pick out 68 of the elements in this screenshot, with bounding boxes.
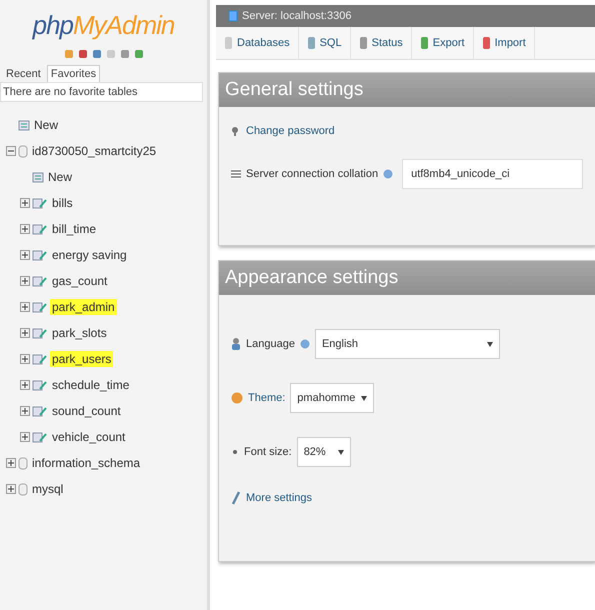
menu-tab[interactable]: Import	[474, 27, 535, 59]
table-icon	[32, 249, 48, 261]
database-item[interactable]: id8730050_smartcity25	[30, 143, 158, 159]
table-item[interactable]: park_admin	[50, 299, 117, 315]
panel-title: General settings	[219, 73, 595, 107]
table-item[interactable]: bill_time	[50, 221, 98, 237]
theme-select[interactable]: pmahomme	[290, 383, 374, 413]
field-label: Server connection collation	[246, 168, 378, 180]
expand-toggle-icon[interactable]	[20, 250, 30, 260]
menu-tab[interactable]: Status	[350, 27, 412, 59]
caret-icon	[338, 450, 344, 454]
expand-toggle-icon[interactable]	[6, 458, 16, 468]
expand-toggle-icon[interactable]	[20, 354, 30, 364]
panel-title: Appearance settings	[219, 261, 595, 295]
sidebar-tab[interactable]: Recent	[2, 65, 45, 82]
table-item[interactable]: sound_count	[50, 403, 123, 419]
expand-toggle-icon[interactable]	[20, 224, 30, 234]
table-item[interactable]: vehicle_count	[50, 429, 128, 445]
caret-icon	[361, 396, 368, 400]
expand-toggle-icon[interactable]	[6, 484, 16, 494]
breadcrumb-text[interactable]: Server: localhost:3306	[242, 10, 352, 22]
new-item-icon	[18, 119, 30, 131]
field-label[interactable]: Theme:	[248, 392, 286, 404]
new-item-icon	[32, 171, 44, 183]
more-settings-link[interactable]: More settings	[246, 492, 312, 504]
table-item[interactable]: gas_count	[50, 273, 110, 289]
expand-toggle-icon[interactable]	[20, 432, 30, 442]
expand-toggle-icon[interactable]	[20, 276, 30, 286]
table-icon	[32, 327, 48, 339]
expand-toggle-icon[interactable]	[20, 198, 30, 208]
table-icon	[32, 275, 48, 287]
database-item[interactable]: mysql	[30, 481, 66, 497]
table-item[interactable]: park_slots	[50, 325, 109, 341]
table-item[interactable]: bills	[50, 195, 75, 211]
font-size-select[interactable]: 82%	[296, 437, 351, 467]
expand-toggle-icon[interactable]	[20, 406, 30, 416]
expand-toggle-icon[interactable]	[6, 146, 16, 156]
caret-icon	[486, 342, 493, 346]
table-item[interactable]: schedule_time	[50, 377, 132, 393]
expand-toggle-icon[interactable]	[20, 380, 30, 390]
table-icon	[32, 223, 48, 235]
table-icon	[32, 405, 48, 417]
menu-tab[interactable]: Databases	[216, 27, 299, 59]
new-link[interactable]: New	[32, 117, 60, 133]
table-icon	[32, 301, 48, 313]
table-icon	[32, 431, 48, 443]
list-icon	[231, 170, 241, 178]
language-select[interactable]: English	[314, 329, 500, 359]
database-item[interactable]: information_schema	[30, 455, 142, 471]
field-label: Font size:	[244, 446, 292, 458]
favorites-message: There are no favorite tables	[0, 82, 203, 102]
table-item[interactable]: park_users	[50, 351, 114, 367]
new-link[interactable]: New	[46, 169, 74, 185]
field-label: Language	[246, 338, 295, 350]
user-icon	[231, 337, 241, 351]
menu-tab[interactable]: Export	[412, 27, 474, 59]
table-icon	[32, 197, 48, 209]
collation-field[interactable]: utf8mb4_unicode_ci	[402, 159, 583, 189]
sidebar-tab[interactable]: Favorites	[46, 65, 100, 82]
table-icon	[32, 353, 48, 365]
change-password-link[interactable]: Change password	[246, 125, 335, 137]
expand-toggle-icon[interactable]	[20, 302, 30, 312]
logo-text[interactable]: phpMyAdmin	[32, 10, 174, 41]
table-icon	[32, 379, 48, 391]
expand-toggle-icon[interactable]	[20, 328, 30, 338]
table-item[interactable]: energy saving	[50, 247, 129, 263]
bullet-icon	[231, 448, 239, 456]
menu-tab[interactable]: SQL	[298, 27, 351, 59]
